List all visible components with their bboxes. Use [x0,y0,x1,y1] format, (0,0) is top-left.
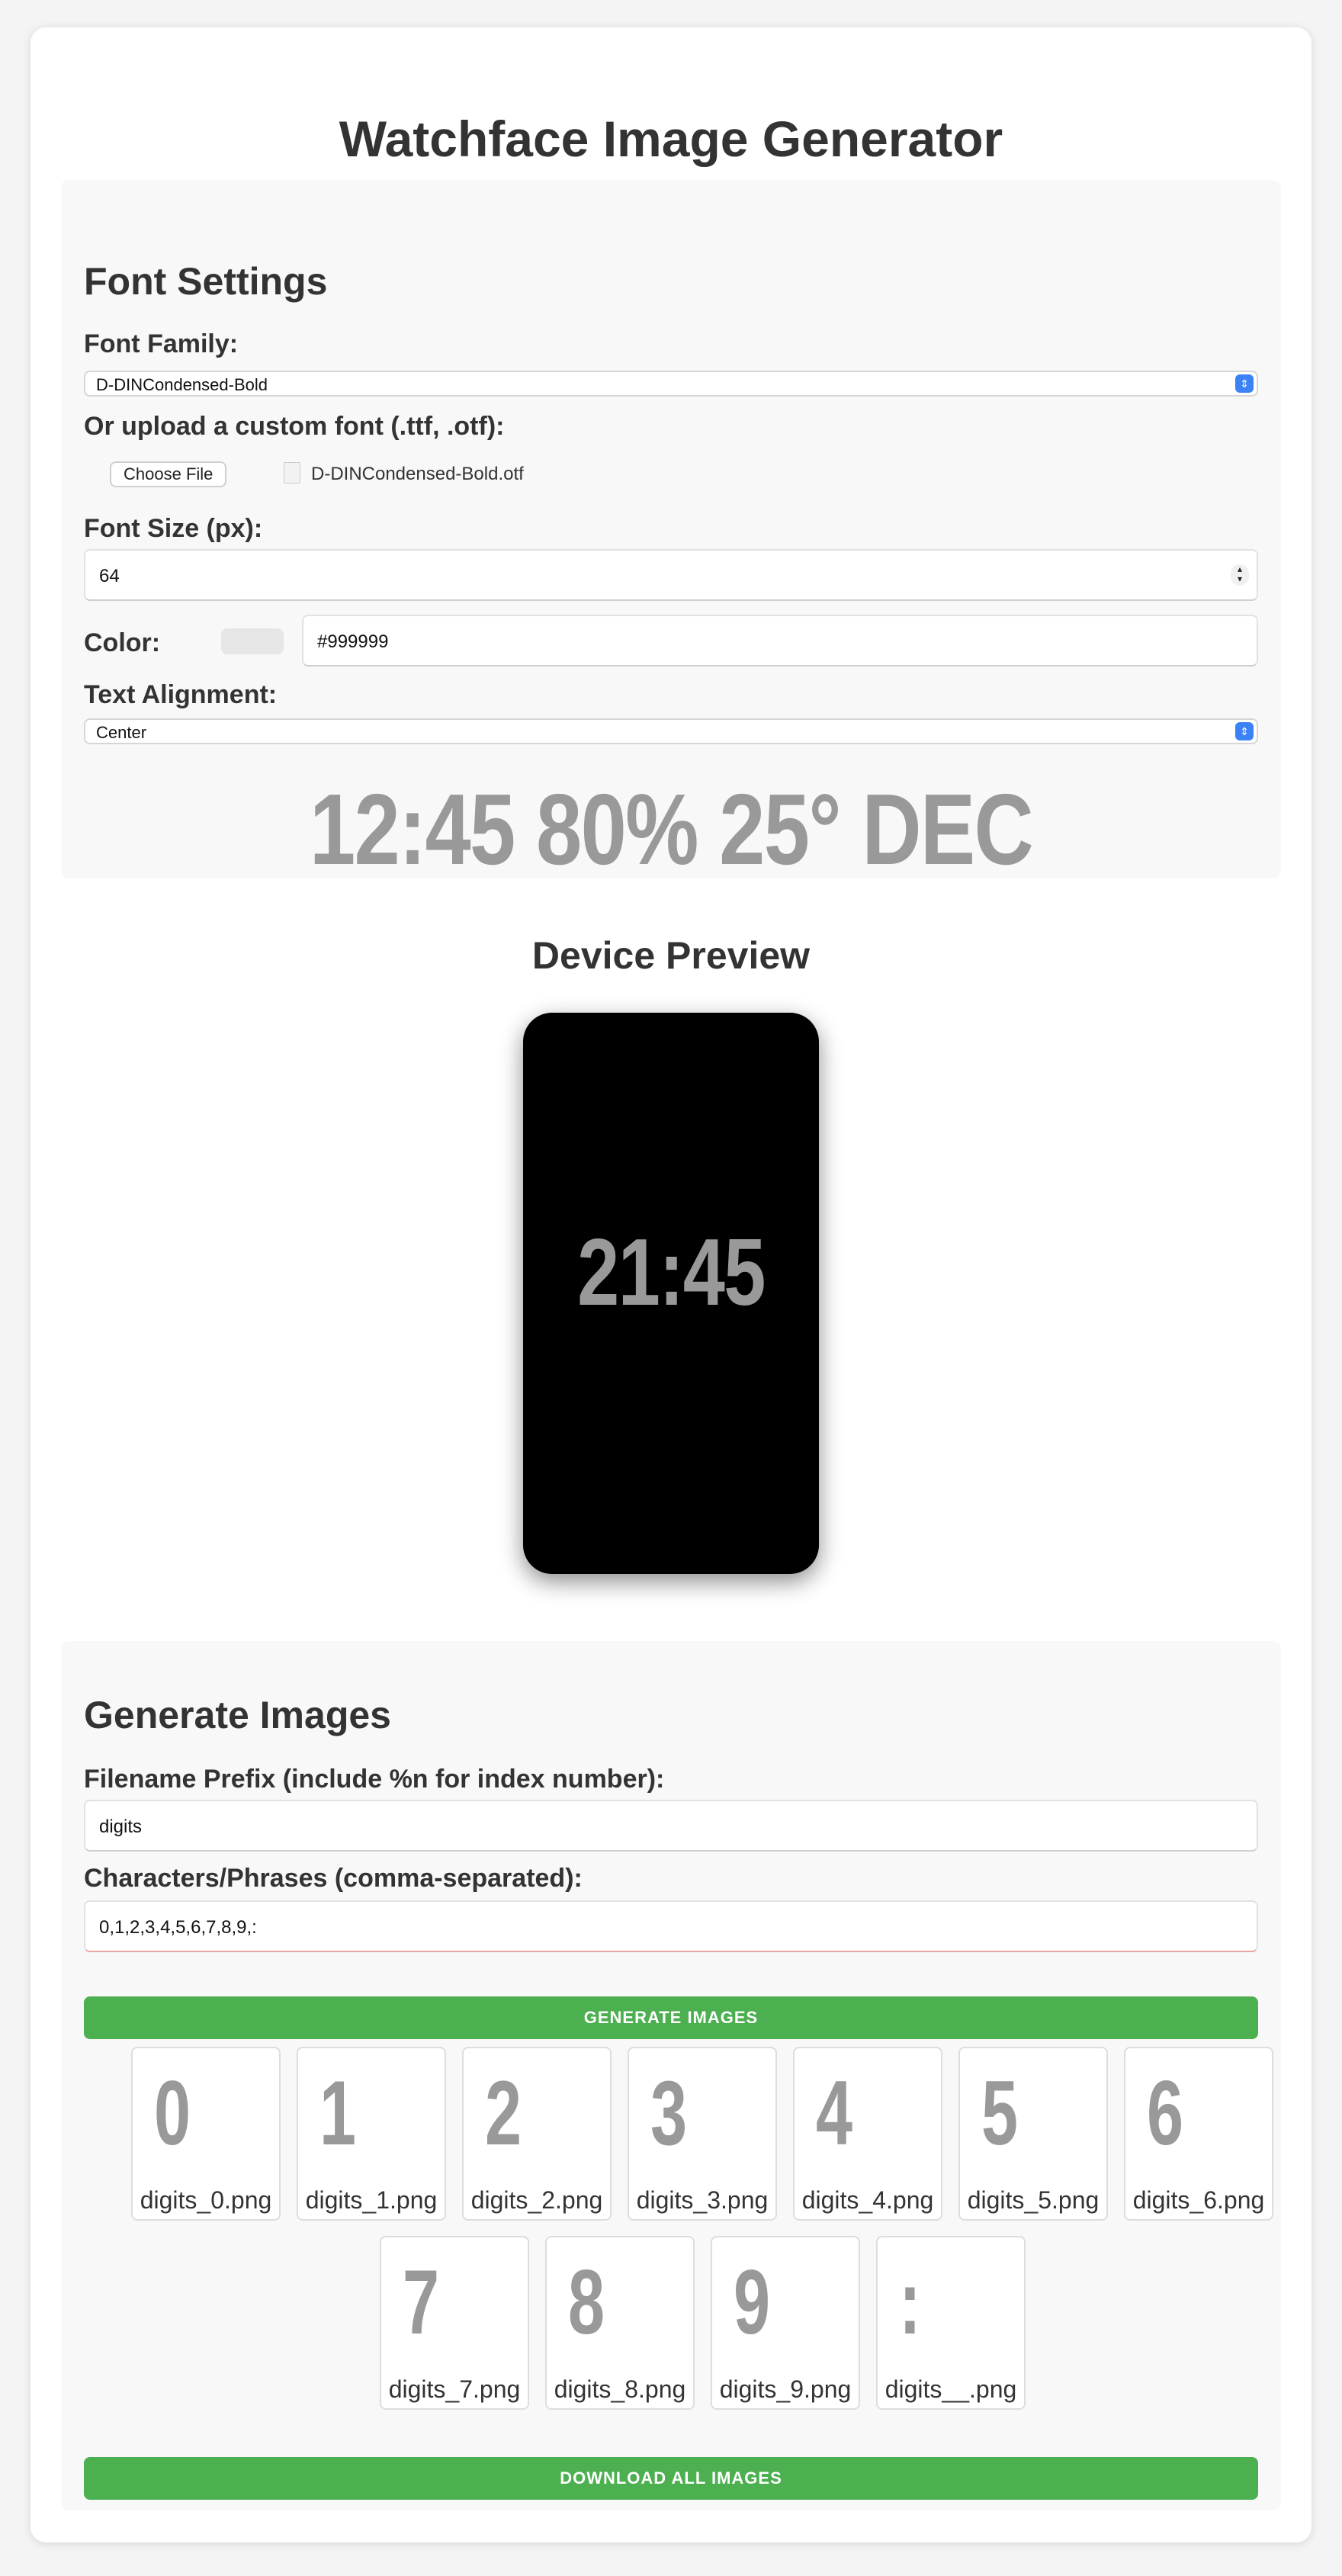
font-family-select[interactable]: D-DINCondensed-Bold ⇕ [84,371,1258,397]
number-stepper-icon[interactable]: ▴ ▾ [1231,564,1249,586]
image-glyph: 9 [734,2251,771,2353]
color-hex-value: #999999 [317,631,389,652]
image-filename: digits_6.png [1132,2186,1265,2214]
image-tile[interactable]: 3 digits_3.png [628,2047,777,2221]
image-filename: digits_0.png [140,2186,272,2214]
color-hex-input[interactable]: #999999 [302,615,1258,666]
font-size-input[interactable]: 64 ▴ ▾ [84,549,1258,601]
image-tile[interactable]: 9 digits_9.png [711,2236,860,2410]
device-preview-time: 21:45 [577,1220,766,1325]
image-tile[interactable]: 7 digits_7.png [380,2236,529,2410]
generate-images-panel: Generate Images Filename Prefix (include… [61,1641,1281,2510]
image-filename: digits_7.png [388,2375,521,2403]
image-glyph: 1 [319,2062,357,2164]
color-swatch[interactable] [221,628,284,654]
image-filename: digits_5.png [967,2186,1100,2214]
page-title: Watchface Image Generator [339,111,1003,167]
generated-images-grid: 0 digits_0.png 1 digits_1.png 2 digits_2… [61,1641,1281,2510]
image-glyph: 3 [650,2062,688,2164]
image-glyph: 2 [485,2062,522,2164]
font-settings-panel: Font Settings Font Family: D-DINCondense… [61,180,1281,885]
image-tile[interactable]: : digits__.png [876,2236,1026,2410]
image-filename: digits_9.png [719,2375,852,2403]
font-family-value: D-DINCondensed-Bold [96,375,268,394]
main-container: Watchface Image Generator Font Settings … [30,27,1312,2542]
font-family-label: Font Family: [84,329,239,358]
choose-file-button[interactable]: Choose File [110,461,227,487]
selected-file-name: D-DINCondensed-Bold.otf [311,464,524,484]
font-size-value: 64 [99,566,120,586]
image-tile[interactable]: 8 digits_8.png [545,2236,695,2410]
chevron-updown-icon: ⇕ [1235,722,1254,740]
image-tile[interactable]: 5 digits_5.png [958,2047,1108,2221]
image-glyph: 5 [981,2062,1019,2164]
image-tile[interactable]: 0 digits_0.png [131,2047,281,2221]
font-size-label: Font Size (px): [84,514,263,543]
image-glyph: 0 [154,2062,191,2164]
image-tile[interactable]: 6 digits_6.png [1124,2047,1273,2221]
image-tile[interactable]: 2 digits_2.png [462,2047,612,2221]
text-alignment-value: Center [96,723,147,742]
file-icon [284,462,300,483]
image-filename: digits_2.png [470,2186,603,2214]
download-all-button[interactable]: DOWNLOAD ALL IMAGES [84,2457,1258,2500]
device-preview-heading: Device Preview [531,934,811,977]
font-preview-text: 12:45 80% 25° DEC [309,773,1034,885]
image-tile[interactable]: 4 digits_4.png [793,2047,942,2221]
text-alignment-select[interactable]: Center ⇕ [84,718,1258,744]
color-label: Color: [84,628,161,657]
text-alignment-label: Text Alignment: [84,680,278,709]
image-filename: digits_8.png [554,2375,686,2403]
image-glyph: : [899,2251,921,2353]
font-settings-heading: Font Settings [84,260,328,303]
image-filename: digits_1.png [305,2186,438,2214]
image-glyph: 8 [568,2251,605,2353]
image-filename: digits_4.png [801,2186,934,2214]
image-glyph: 6 [1147,2062,1184,2164]
chevron-updown-icon: ⇕ [1235,374,1254,393]
device-preview-phone: 21:45 [523,1013,819,1574]
image-glyph: 7 [403,2251,440,2353]
image-filename: digits__.png [884,2375,1017,2403]
image-glyph: 4 [816,2062,853,2164]
upload-font-label: Or upload a custom font (.ttf, .otf): [84,412,505,441]
image-tile[interactable]: 1 digits_1.png [297,2047,446,2221]
image-filename: digits_3.png [636,2186,769,2214]
